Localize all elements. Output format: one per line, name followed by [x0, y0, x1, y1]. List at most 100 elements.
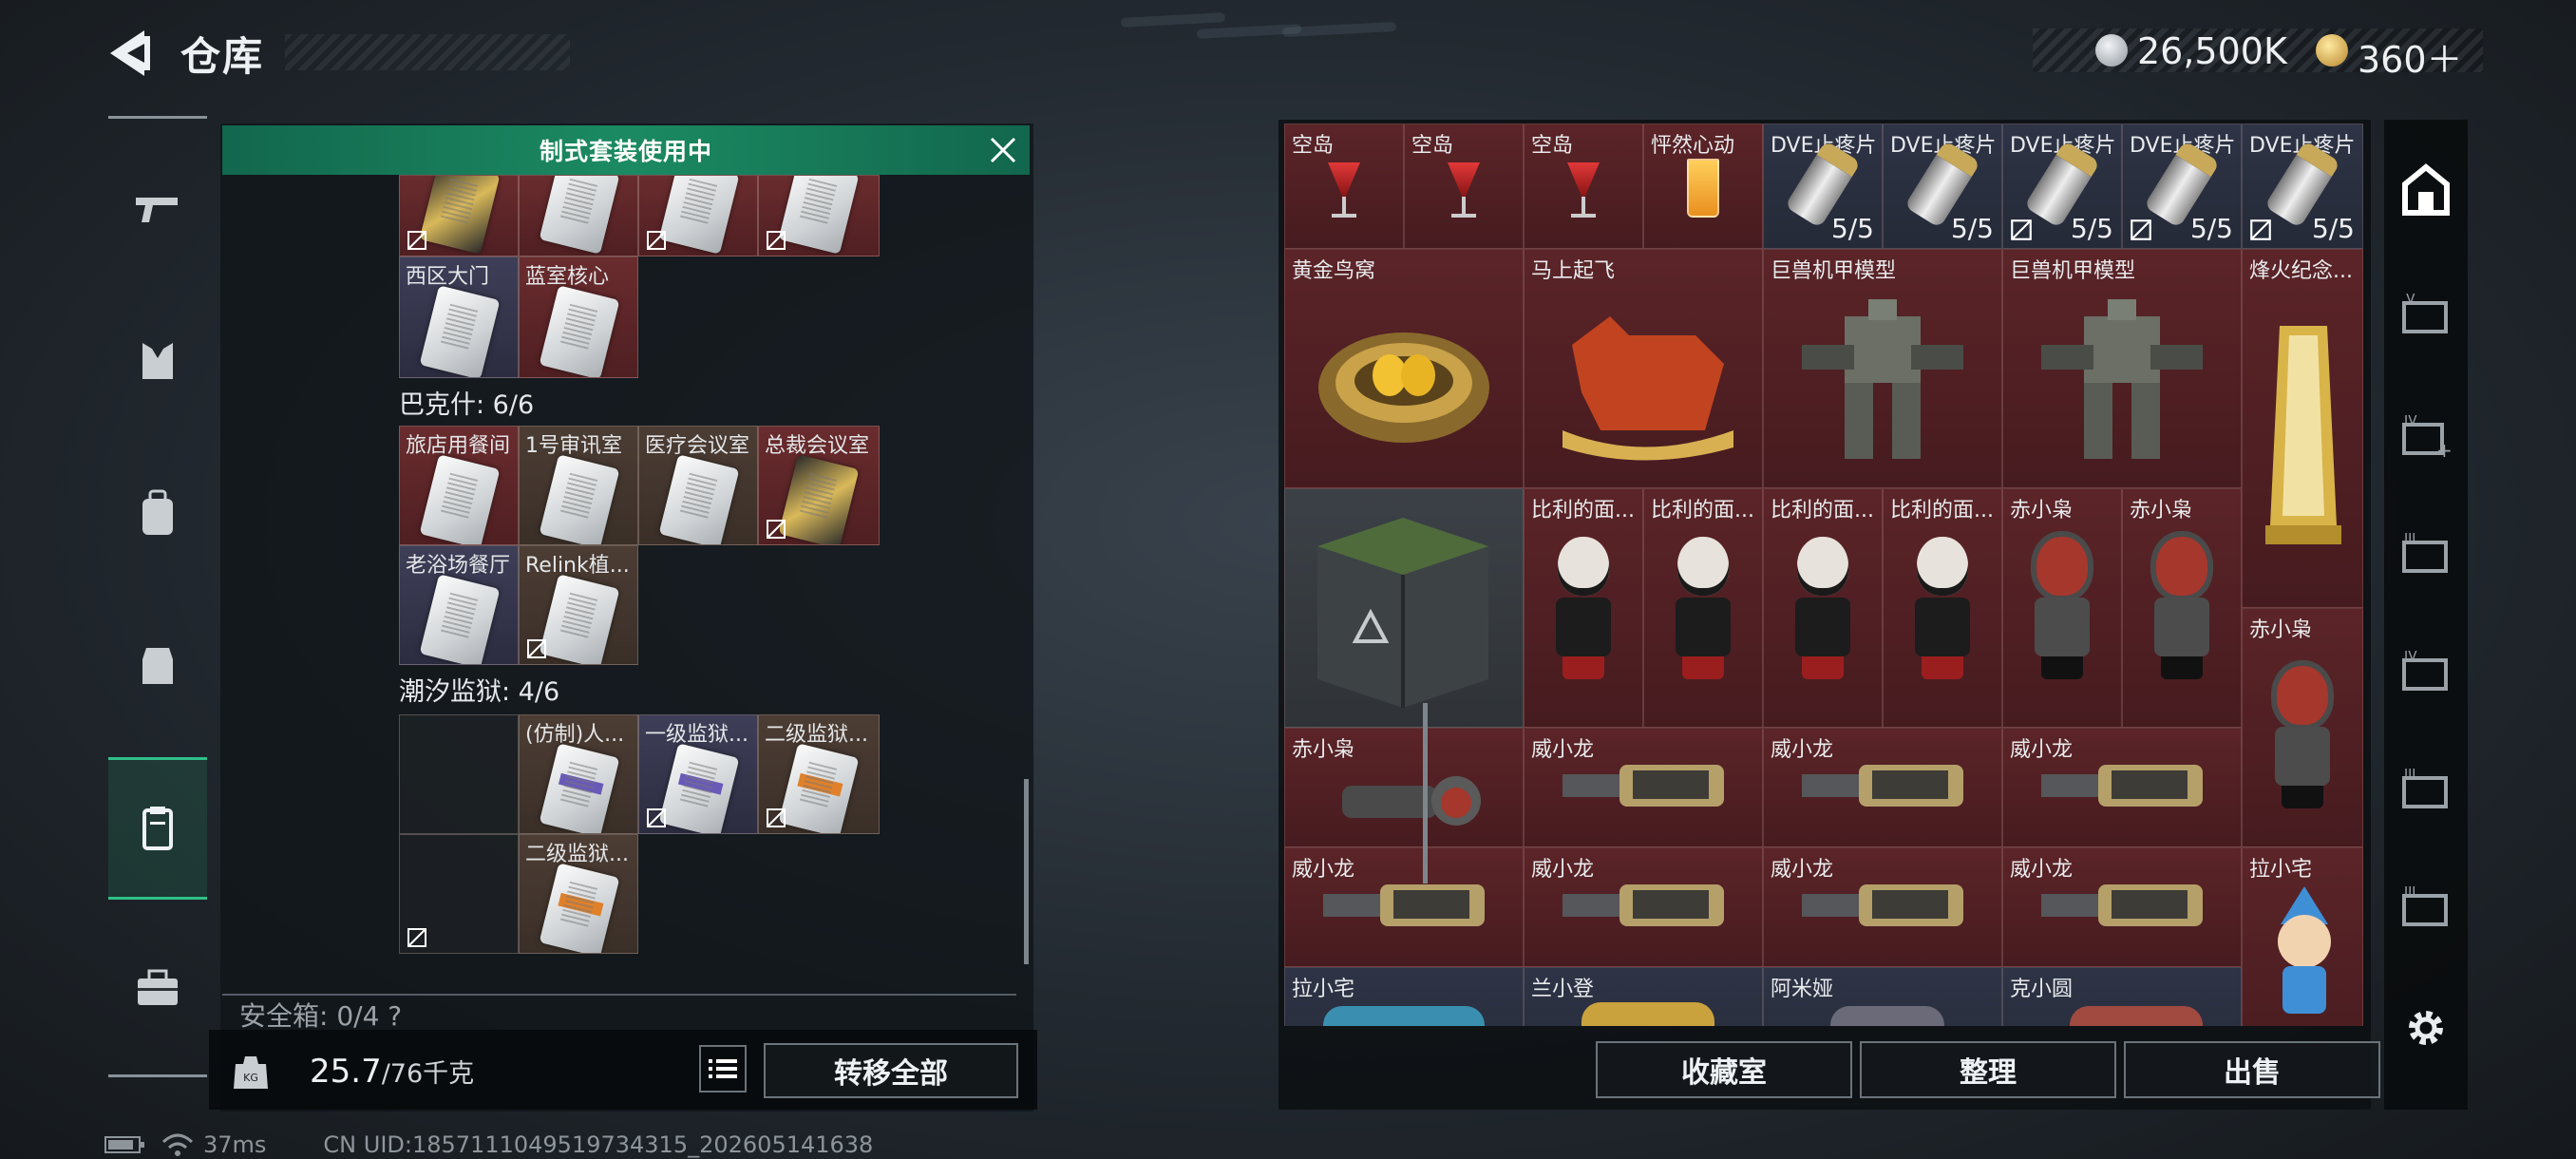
- silver-coin-icon: [2095, 34, 2128, 66]
- card-case-icon: [142, 807, 173, 850]
- stash-item[interactable]: 威小龙: [1763, 847, 2002, 967]
- stash-item[interactable]: 克小圆: [2002, 967, 2242, 1026]
- no-transfer-icon: [2131, 219, 2151, 240]
- stash-item[interactable]: 威小龙: [1763, 728, 2002, 847]
- card-item[interactable]: 一级监狱...: [638, 714, 758, 834]
- category-nav: [108, 116, 207, 1077]
- currency-gold-amount[interactable]: 360＋: [2358, 30, 2463, 83]
- card-item[interactable]: Relink植...: [519, 545, 638, 665]
- stash-item[interactable]: 烽火纪念...: [2242, 249, 2363, 608]
- stash-item[interactable]: 阿米娅: [1763, 967, 2002, 1026]
- stash-item[interactable]: DVE止疼片5/5: [2002, 124, 2122, 249]
- stash-item[interactable]: DVE止疼片5/5: [1883, 124, 2002, 249]
- card-item[interactable]: 总裁会议室: [758, 426, 880, 545]
- stash-item[interactable]: 黄金鸟窝: [1284, 249, 1524, 488]
- no-transfer-icon: [767, 808, 786, 827]
- battery-icon: [104, 1136, 144, 1153]
- nav-stash-page-5[interactable]: III: [2397, 762, 2454, 819]
- stash-item[interactable]: 巨兽机甲模型: [2002, 249, 2242, 488]
- stash-item[interactable]: DVE止疼片5/5: [1763, 124, 1883, 249]
- collection-room-button[interactable]: 收藏室: [1596, 1041, 1852, 1098]
- stash-item[interactable]: 怦然心动: [1643, 124, 1763, 249]
- stash-page-v-icon: V: [2402, 294, 2448, 333]
- nav-stash-page-3[interactable]: III: [2397, 526, 2454, 583]
- wifi-icon: [161, 1133, 194, 1156]
- stash-item[interactable]: DVE止疼片5/5: [2122, 124, 2242, 249]
- nav-armor[interactable]: [108, 290, 207, 432]
- no-transfer-icon: [2250, 219, 2271, 240]
- card-item[interactable]: [399, 175, 519, 256]
- close-icon[interactable]: [988, 135, 1018, 165]
- card-item[interactable]: 二级监狱...: [758, 714, 880, 834]
- stash-item[interactable]: 比利的面...: [1524, 488, 1643, 728]
- sell-button[interactable]: 出售: [2124, 1041, 2380, 1098]
- stash-item[interactable]: 马上起飞: [1524, 249, 1763, 488]
- nav-card-case[interactable]: [108, 757, 207, 900]
- mech-model-image: [2041, 299, 2203, 459]
- card-item[interactable]: 二级监狱...: [519, 834, 638, 954]
- back-button[interactable]: [106, 27, 158, 80]
- card-item[interactable]: 旅店用餐间: [399, 426, 519, 545]
- armor-icon: [142, 343, 173, 379]
- stash-scrollbar[interactable]: [1423, 703, 1428, 884]
- stash-item[interactable]: 比利的面...: [1763, 488, 1883, 728]
- card-item[interactable]: 医疗会议室: [638, 426, 758, 545]
- svg-text:IV: IV: [2404, 651, 2417, 664]
- card-item[interactable]: [638, 175, 758, 256]
- stash-item[interactable]: 空岛: [1524, 124, 1643, 249]
- stash-item[interactable]: 比利的面...: [1643, 488, 1763, 728]
- nav-weapons[interactable]: [108, 138, 207, 280]
- currency-bar: 26,500K 360＋: [2033, 28, 2483, 81]
- card-item[interactable]: [758, 175, 880, 256]
- stash-page-iii-icon: III: [2402, 886, 2448, 926]
- card-item[interactable]: 1号审讯室: [519, 426, 638, 545]
- nav-stash-page-1[interactable]: V: [2397, 287, 2454, 344]
- list-view-button[interactable]: [699, 1045, 747, 1092]
- stash-page-iii-icon: III: [2402, 533, 2448, 573]
- stash-page-iii-icon: III: [2402, 769, 2448, 808]
- svg-text:III: III: [2404, 769, 2415, 782]
- stash-item[interactable]: 威小龙: [2002, 728, 2242, 847]
- horse-statue-image: [1563, 316, 1733, 461]
- stash-item[interactable]: 兰小登: [1524, 967, 1763, 1026]
- stash-page-iv-icon: IV: [2402, 651, 2448, 691]
- stash-item[interactable]: 巨兽机甲模型: [1763, 249, 2002, 488]
- nav-stash-page-2[interactable]: IV +: [2397, 408, 2454, 466]
- stash-item[interactable]: 拉小宅: [1284, 967, 1524, 1026]
- gauntlet-image: [2041, 765, 2203, 807]
- stash-item[interactable]: 空岛: [1284, 124, 1404, 249]
- stash-item[interactable]: 比利的面...: [1883, 488, 2002, 728]
- card-item[interactable]: 西区大门: [399, 256, 519, 378]
- stash-item[interactable]: 威小龙: [1524, 847, 1763, 967]
- stash-item[interactable]: 拉小宅: [2242, 847, 2363, 1026]
- stash-item[interactable]: DVE止疼片5/5: [2242, 124, 2363, 249]
- empty-card-slot[interactable]: [399, 834, 519, 954]
- nav-stash-home[interactable]: [2397, 162, 2454, 218]
- nav-stash-page-6[interactable]: III: [2397, 880, 2454, 937]
- left-scrollbar[interactable]: [1024, 779, 1029, 964]
- figure-image: [2278, 886, 2331, 1014]
- stash-item[interactable]: 赤小枭: [2242, 608, 2363, 847]
- stash-item[interactable]: 空岛: [1404, 124, 1524, 249]
- stash-item[interactable]: 威小龙: [1284, 847, 1524, 967]
- settings-button[interactable]: [2397, 999, 2454, 1056]
- stash-item[interactable]: [1284, 488, 1524, 728]
- stash-item[interactable]: 威小龙: [1524, 728, 1763, 847]
- stash-item[interactable]: 赤小枭: [2122, 488, 2242, 728]
- nav-backpack[interactable]: [108, 442, 207, 584]
- card-item[interactable]: [519, 175, 638, 256]
- gauntlet-image: [1802, 884, 1963, 926]
- card-item[interactable]: (仿制)人...: [519, 714, 638, 834]
- nav-stash-page-4[interactable]: IV: [2397, 644, 2454, 701]
- stash-item[interactable]: 威小龙: [2002, 847, 2242, 967]
- empty-card-slot[interactable]: [399, 714, 519, 834]
- card-item[interactable]: 老浴场餐厅: [399, 545, 519, 665]
- nav-chest-rig[interactable]: [108, 594, 207, 736]
- stash-item[interactable]: 赤小枭: [1284, 728, 1524, 847]
- card-item[interactable]: 蓝室核心: [519, 256, 638, 378]
- svg-text:III: III: [2404, 533, 2415, 546]
- stash-item[interactable]: 赤小枭: [2002, 488, 2122, 728]
- transfer-all-button[interactable]: 转移全部: [764, 1043, 1018, 1098]
- organize-button[interactable]: 整理: [1860, 1041, 2116, 1098]
- nav-toolbox[interactable]: [108, 917, 207, 1059]
